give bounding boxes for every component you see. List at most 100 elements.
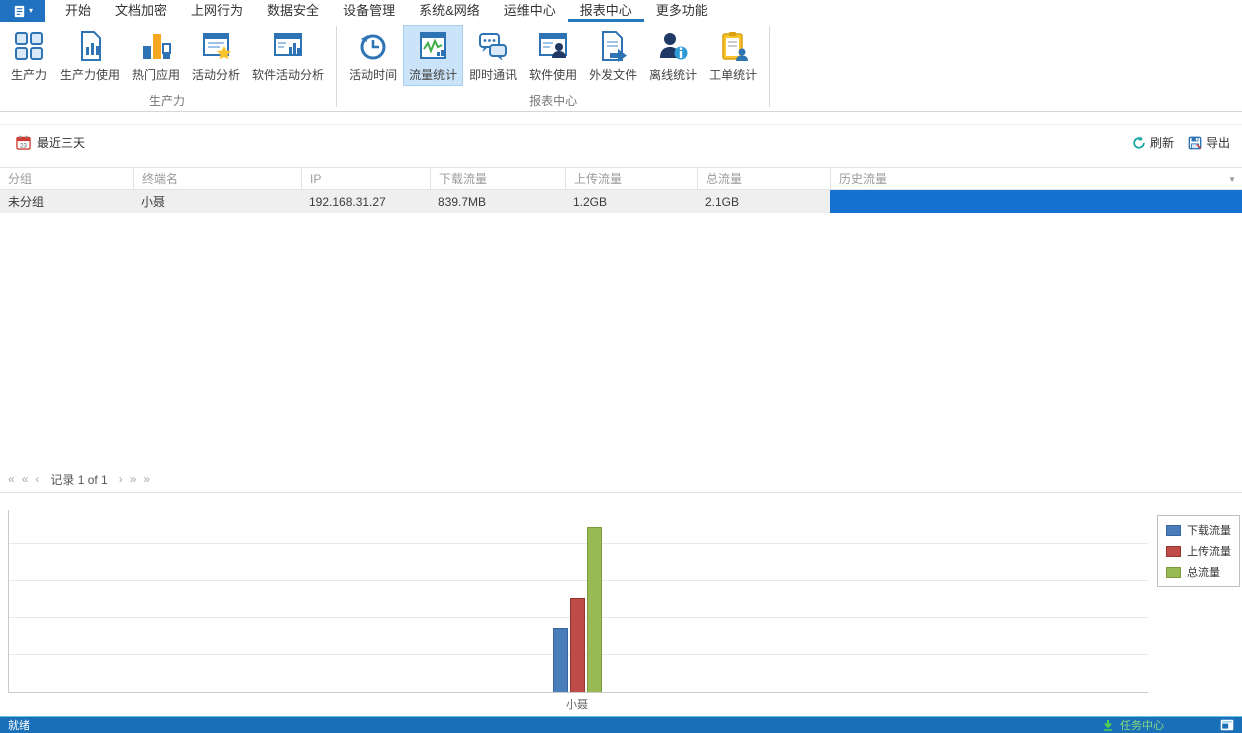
ribbon-button-software-usage[interactable]: 软件使用 (523, 25, 583, 86)
refresh-button[interactable]: 刷新 (1132, 134, 1174, 151)
column-header-history[interactable]: 历史流量 ▼ (830, 168, 1242, 189)
traffic-bar-chart: 小聂 下载流量 上传流量 总流量 (0, 492, 1242, 716)
column-header-terminal-name[interactable]: 终端名 (133, 168, 301, 189)
ribbon-button-offline-stats[interactable]: 离线统计 (643, 25, 703, 86)
next-page-button[interactable]: › (119, 473, 123, 485)
legend-swatch-upload (1166, 546, 1181, 557)
ribbon-button-traffic-stats[interactable]: 流量统计 (403, 25, 463, 86)
tab-data-security[interactable]: 数据安全 (255, 0, 331, 22)
ribbon-button-label: 热门应用 (132, 66, 180, 83)
export-label: 导出 (1206, 134, 1230, 151)
column-header-total[interactable]: 总流量 (697, 168, 830, 189)
cell-upload: 1.2GB (565, 190, 697, 213)
svg-text:23: 23 (20, 142, 27, 149)
ribbon-button-label: 软件使用 (529, 66, 577, 83)
ribbon-button-outgoing-files[interactable]: 外发文件 (583, 25, 643, 86)
ribbon-button-ticket-stats[interactable]: 工单统计 (703, 25, 763, 86)
task-center-button[interactable]: 任务中心 (1120, 717, 1164, 733)
chart-plot-area (8, 510, 1148, 693)
legend-entry-download: 下载流量 (1166, 522, 1231, 538)
document-chart-icon (73, 29, 107, 63)
ribbon-button-label: 流量统计 (409, 66, 457, 83)
legend-label: 总流量 (1187, 564, 1220, 580)
tab-device-management[interactable]: 设备管理 (331, 0, 407, 22)
ribbon-group-separator (769, 26, 770, 107)
tab-report-center[interactable]: 报表中心 (568, 0, 644, 22)
first-page-button[interactable]: « (8, 473, 15, 485)
table-header-row: 分组 终端名 IP 下载流量 上传流量 总流量 历史流量 ▼ (0, 167, 1242, 190)
x-axis-category-label: 小聂 (552, 696, 602, 712)
tab-system-network[interactable]: 系统&网络 (407, 0, 492, 22)
status-bar-right: 任务中心 (1102, 717, 1234, 733)
column-header-ip[interactable]: IP (301, 168, 430, 189)
date-range-filter[interactable]: 23 最近三天 (16, 134, 85, 151)
window-user-icon (536, 29, 570, 63)
ribbon-group-report-center: 活动时间 流量统计 即时通讯 软件使用 (339, 22, 767, 111)
ribbon-button-label: 离线统计 (649, 66, 697, 83)
ribbon-button-productivity[interactable]: 生产力 (4, 25, 54, 86)
ribbon-group-productivity: 生产力 生产力使用 热门应用 活动分析 (0, 22, 334, 111)
cell-terminal-name: 小聂 (133, 190, 301, 213)
tab-internet-behavior[interactable]: 上网行为 (179, 0, 255, 22)
ribbon-button-label: 软件活动分析 (252, 66, 324, 83)
cell-group: 未分组 (0, 190, 133, 213)
prev-group-button[interactable]: « (22, 473, 29, 485)
tab-document-encryption[interactable]: 文档加密 (103, 0, 179, 22)
date-range-label: 最近三天 (37, 134, 85, 151)
column-header-download[interactable]: 下载流量 (430, 168, 565, 189)
chevron-down-icon: ▾ (29, 7, 33, 15)
chat-icon (476, 29, 510, 63)
legend-swatch-total (1166, 567, 1181, 578)
chart-bar-download (553, 628, 568, 692)
ribbon-button-label: 工单统计 (709, 66, 757, 83)
bar-chart-icon (139, 29, 173, 63)
chart-bar-total (587, 527, 602, 692)
last-page-button[interactable]: » (143, 473, 150, 485)
column-filter-dropdown-icon[interactable]: ▼ (1228, 175, 1236, 184)
cell-download: 839.7MB (430, 190, 565, 213)
ribbon-button-label: 外发文件 (589, 66, 637, 83)
ribbon-button-hot-apps[interactable]: 热门应用 (126, 25, 186, 86)
legend-entry-upload: 上传流量 (1166, 543, 1231, 559)
document-star-icon (199, 29, 233, 63)
column-header-label: 历史流量 (839, 170, 887, 187)
gridline (9, 543, 1148, 544)
legend-label: 下载流量 (1187, 522, 1231, 538)
prev-page-button[interactable]: ‹ (35, 473, 39, 485)
tab-start[interactable]: 开始 (53, 0, 103, 22)
tab-ops-center[interactable]: 运维中心 (492, 0, 568, 22)
table-row[interactable]: 未分组 小聂 192.168.31.27 839.7MB 1.2GB 2.1GB (0, 190, 1242, 213)
app-document-icon (12, 4, 27, 19)
filter-toolbar: 23 最近三天 刷新 导出 (0, 124, 1242, 160)
clock-history-icon (356, 29, 390, 63)
ribbon-group-label: 生产力 (4, 91, 330, 109)
file-send-icon (596, 29, 630, 63)
legend-label: 上传流量 (1187, 543, 1231, 559)
tab-strip: 开始 文档加密 上网行为 数据安全 设备管理 系统&网络 运维中心 报表中心 更… (53, 0, 720, 22)
column-header-group[interactable]: 分组 (0, 168, 133, 189)
refresh-label: 刷新 (1150, 134, 1174, 151)
ribbon-button-software-activity-analysis[interactable]: 软件活动分析 (246, 25, 330, 86)
ribbon-button-activity-time[interactable]: 活动时间 (343, 25, 403, 86)
traffic-chart-icon (416, 29, 450, 63)
ribbon-button-activity-analysis[interactable]: 活动分析 (186, 25, 246, 86)
chart-bar-upload (570, 598, 585, 692)
ribbon-button-label: 活动分析 (192, 66, 240, 83)
tab-more-features[interactable]: 更多功能 (644, 0, 720, 22)
export-button[interactable]: 导出 (1188, 134, 1230, 151)
status-bar: 就绪 任务中心 (0, 716, 1242, 733)
legend-swatch-download (1166, 525, 1181, 536)
calendar-icon: 23 (16, 135, 31, 150)
column-header-upload[interactable]: 上传流量 (565, 168, 697, 189)
task-window-icon[interactable] (1220, 719, 1234, 731)
history-usage-bar (830, 190, 1242, 213)
download-arrow-icon (1102, 719, 1114, 731)
cell-history (830, 190, 1242, 213)
ribbon-button-instant-messaging[interactable]: 即时通讯 (463, 25, 523, 86)
application-menu-button[interactable]: ▾ (0, 0, 45, 22)
chart-legend: 下载流量 上传流量 总流量 (1157, 515, 1240, 587)
ribbon-toolbar: 生产力 生产力使用 热门应用 活动分析 (0, 22, 1242, 112)
ribbon-button-productivity-usage[interactable]: 生产力使用 (54, 25, 126, 86)
next-group-button[interactable]: » (130, 473, 137, 485)
ribbon-group-label: 报表中心 (343, 91, 763, 109)
